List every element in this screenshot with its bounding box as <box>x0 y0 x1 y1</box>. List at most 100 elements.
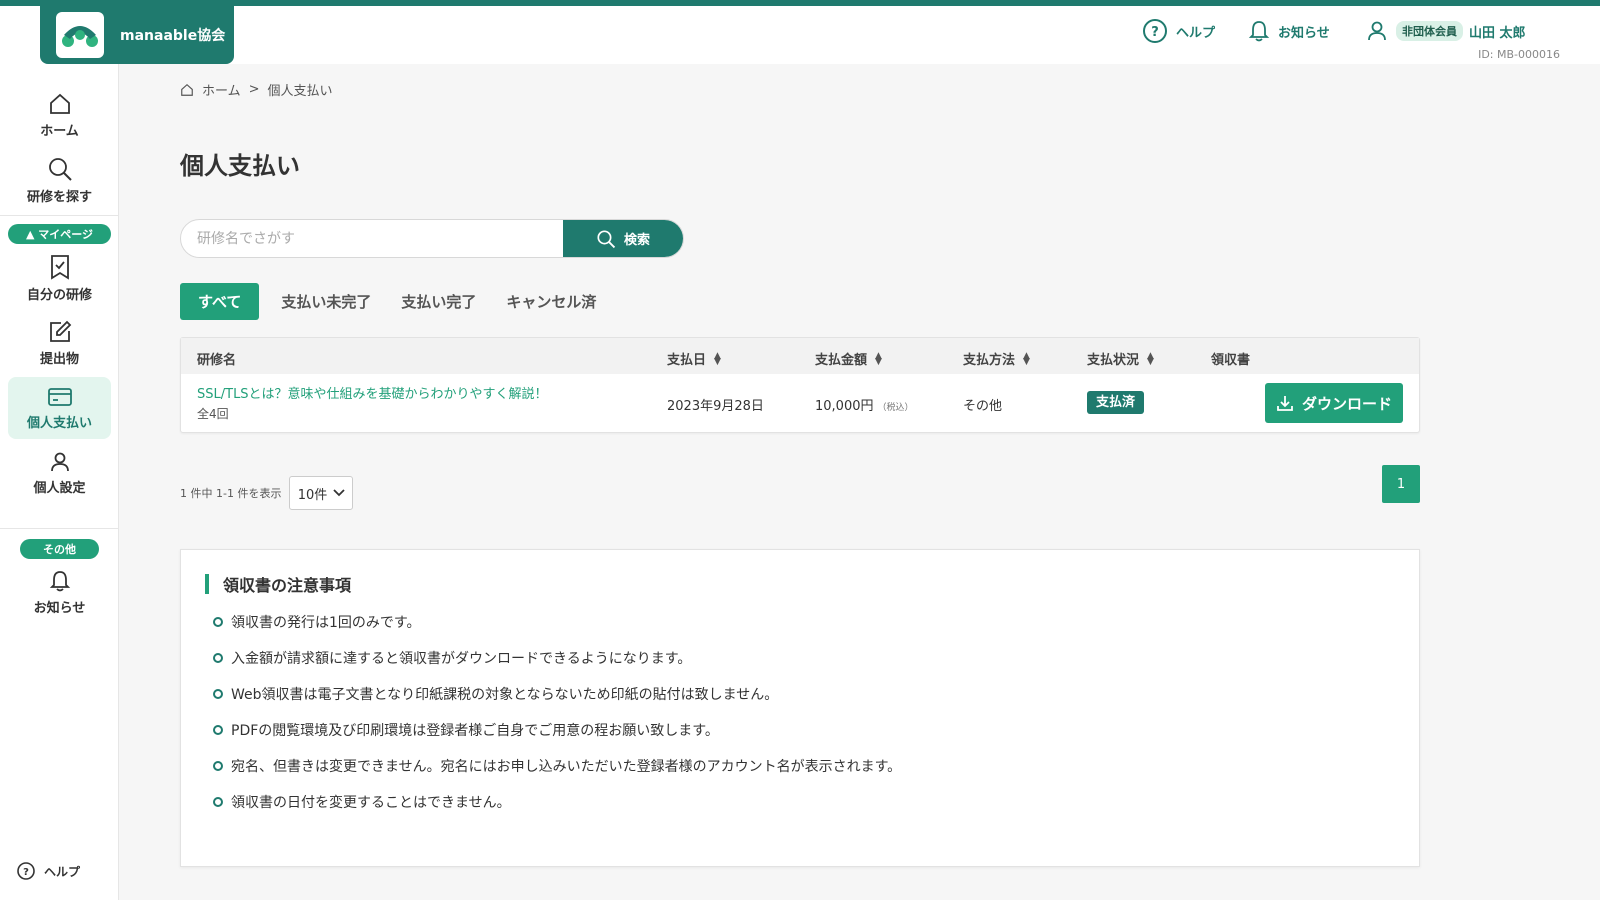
list-item: PDFの閲覧環境及び印刷環境は登録者様ご自身でご用意の程お願い致します。 <box>213 720 719 740</box>
payment-amount: 10,000円 <box>815 399 874 414</box>
sidebar-item-label: 個人支払い <box>26 415 92 431</box>
search-button[interactable]: 検索 <box>563 220 683 257</box>
sidebar-item-search[interactable]: 研修を探す <box>8 149 111 211</box>
list-item: 宛名、但書きは変更できません。宛名にはお申し込みいただいた登録者様のアカウント名… <box>213 756 901 776</box>
result-count: 1 件中 1-1 件を表示 <box>180 487 282 500</box>
breadcrumb-home[interactable]: ホーム <box>202 80 241 99</box>
edit-icon <box>49 320 71 342</box>
note-text: PDFの閲覧環境及び印刷環境は登録者様ご自身でご用意の程お願い致します。 <box>231 723 719 739</box>
header-notice-label: お知らせ <box>1278 25 1330 41</box>
col-header-amount[interactable]: 支払金額 ▲ ▼ <box>815 349 882 368</box>
note-text: 入金額が請求額に達すると領収書がダウンロードできるようになります。 <box>231 651 692 667</box>
help-circle-icon: ? <box>17 862 35 880</box>
bullet-icon <box>213 617 223 627</box>
sidebar-divider <box>0 528 119 529</box>
tab-unpaid[interactable]: 支払い未完了 <box>281 291 371 312</box>
header-help-link[interactable]: ? ヘルプ <box>1142 16 1215 46</box>
sidebar-help-link[interactable]: ? ヘルプ <box>16 861 80 881</box>
note-text: 領収書の日付を変更することはできません。 <box>231 795 511 811</box>
sidebar-divider <box>0 215 119 216</box>
sidebar-item-home[interactable]: ホーム <box>8 84 111 146</box>
tab-paid[interactable]: 支払い完了 <box>401 291 476 312</box>
mypage-section-toggle[interactable]: ▲ マイページ <box>8 224 111 244</box>
notes-title: 領収書の注意事項 <box>205 574 351 595</box>
member-type-badge: 非団体会員 <box>1396 21 1463 41</box>
course-name-link[interactable]: SSL/TLSとは？意味や仕組みを基礎からわかりやすく解説！ <box>197 383 548 402</box>
sidebar: ホーム 研修を探す ▲ マイページ 自分の研修 提出物 個人支払い 個人設定 そ… <box>0 64 119 900</box>
sidebar-item-notices[interactable]: お知らせ <box>8 561 111 623</box>
user-menu[interactable]: 非団体会員 山田 太郎 <box>1366 16 1526 46</box>
receipt-download-label: ダウンロード <box>1301 394 1392 413</box>
bookmark-check-icon <box>50 254 69 280</box>
home-icon <box>49 93 70 114</box>
user-id: ID: MB-000016 <box>1478 48 1560 61</box>
tab-all[interactable]: すべて <box>180 283 260 320</box>
bell-icon <box>1248 21 1270 42</box>
status-badge: 支払済 <box>1087 391 1145 414</box>
note-text: 領収書の発行は1回のみです。 <box>231 615 421 631</box>
col-header-label: 支払方法 <box>963 353 1016 368</box>
header-notice-link[interactable]: お知らせ <box>1248 16 1330 46</box>
list-item: 領収書の日付を変更することはできません。 <box>213 792 511 812</box>
bullet-icon <box>213 653 223 663</box>
svg-text:?: ? <box>23 867 29 878</box>
sidebar-item-label: 研修を探す <box>26 189 92 205</box>
col-header-name: 研修名 <box>197 349 236 368</box>
sidebar-item-label: お知らせ <box>33 600 86 616</box>
user-icon <box>1368 21 1386 41</box>
note-text: 宛名、但書きは変更できません。宛名にはお申し込みいただいた登録者様のアカウント名… <box>231 759 902 775</box>
payment-date: 2023年9月28日 <box>667 399 764 414</box>
sidebar-item-settings[interactable]: 個人設定 <box>8 442 111 504</box>
col-header-date[interactable]: 支払日 ▲ ▼ <box>667 349 721 368</box>
sort-icon: ▲ ▼ <box>714 350 721 367</box>
col-header-status[interactable]: 支払状況 ▲ ▼ <box>1087 349 1154 368</box>
bullet-icon <box>213 725 223 735</box>
sidebar-item-label: ホーム <box>40 123 79 139</box>
col-header-receipt: 領収書 <box>1211 349 1250 368</box>
breadcrumb-current: 個人支払い <box>267 84 333 99</box>
col-header-label: 研修名 <box>197 353 237 368</box>
header: manaable協会 ? ヘルプ お知らせ 非団体会員 山田 太郎 ID: MB… <box>0 6 1600 64</box>
download-icon <box>1277 396 1293 411</box>
receipt-notes-panel: 領収書の注意事項 領収書の発行は1回のみです。 入金額が請求額に達すると領収書が… <box>180 549 1420 867</box>
page-button-current[interactable]: 1 <box>1382 465 1420 503</box>
status-tabs: すべて 支払い未完了 支払い完了 キャンセル済 <box>180 283 626 320</box>
col-header-label: 支払金額 <box>815 353 868 368</box>
page-title: 個人支払い <box>180 152 300 180</box>
user-name: 山田 太郎 <box>1469 25 1526 41</box>
search-button-label: 検索 <box>623 233 650 248</box>
bullet-icon <box>213 761 223 771</box>
sort-icon: ▲ ▼ <box>1023 350 1030 367</box>
list-item: 入金額が請求額に達すると領収書がダウンロードできるようになります。 <box>213 648 691 668</box>
col-header-label: 支払日 <box>667 353 707 368</box>
table-row: SSL/TLSとは？意味や仕組みを基礎からわかりやすく解説！ 全4回 2023年… <box>181 374 1419 432</box>
sidebar-item-payments[interactable]: 個人支払い <box>8 377 111 439</box>
header-help-label: ヘルプ <box>1176 25 1216 41</box>
payments-table: 研修名 支払日 ▲ ▼ 支払金額 ▲ ▼ 支払方法 ▲ ▼ 支払状況 ▲ ▼ 領収書 SSL/T… <box>180 337 1420 433</box>
list-item: 領収書の発行は1回のみです。 <box>213 612 421 632</box>
search-input[interactable] <box>181 220 563 257</box>
receipt-download-button[interactable]: ダウンロード <box>1265 383 1403 423</box>
org-name: manaable協会 <box>120 28 226 44</box>
per-page-select[interactable]: 10件 <box>289 476 354 510</box>
search-icon <box>48 157 72 181</box>
col-header-method[interactable]: 支払方法 ▲ ▼ <box>963 349 1030 368</box>
course-sessions: 全4回 <box>197 407 229 421</box>
col-header-label: 支払状況 <box>1087 353 1140 368</box>
list-item: Web領収書は電子文書となり印紙課税の対象とならないため印紙の貼付は致しません。 <box>213 684 778 704</box>
bullet-icon <box>213 797 223 807</box>
bell-icon <box>49 570 70 591</box>
breadcrumb: ホーム > 個人支払い <box>180 80 341 99</box>
sidebar-item-my-training[interactable]: 自分の研修 <box>8 247 111 309</box>
breadcrumb-separator: > <box>248 82 260 97</box>
payment-amount-cell: 10,000円 （税込） <box>815 395 914 414</box>
tab-cancelled[interactable]: キャンセル済 <box>506 291 596 312</box>
tax-note: （税込） <box>877 403 914 413</box>
org-logo-link[interactable]: manaable協会 <box>40 6 234 64</box>
per-page-value: 10件 <box>297 487 328 503</box>
chevron-down-icon <box>333 489 345 497</box>
sidebar-item-label: 個人設定 <box>33 480 86 496</box>
credit-card-icon <box>47 387 72 406</box>
sidebar-item-submissions[interactable]: 提出物 <box>8 312 111 374</box>
sort-icon: ▲ ▼ <box>875 350 882 367</box>
